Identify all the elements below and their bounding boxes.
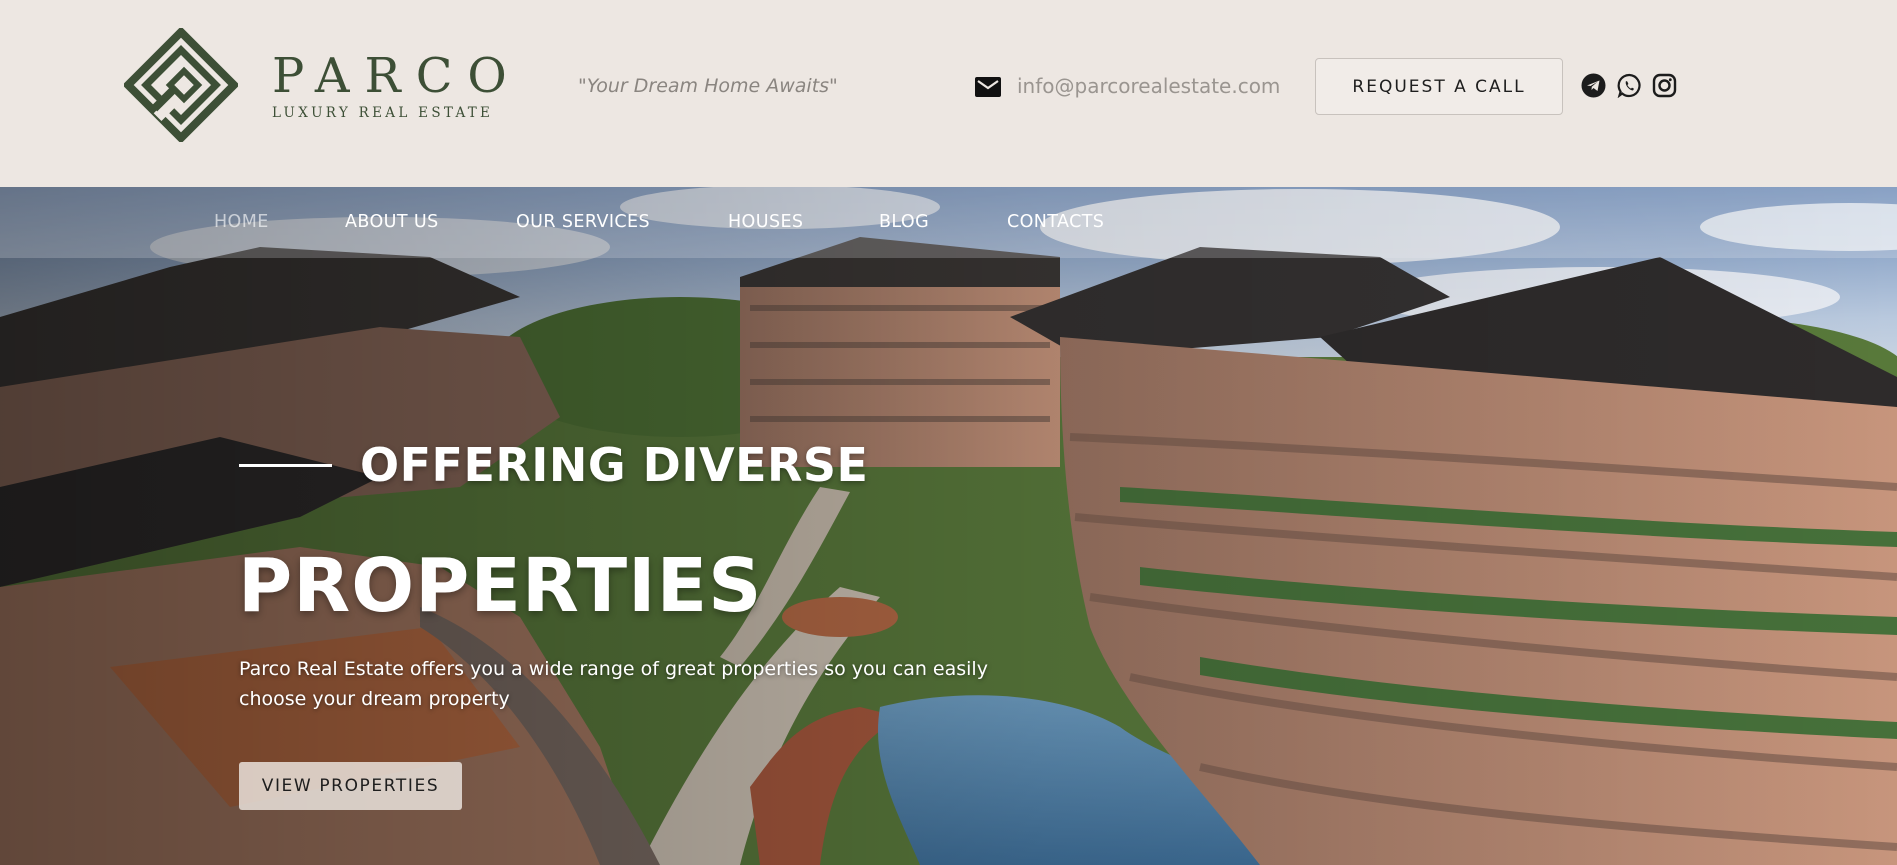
hero-headline: PROPERTIES [238, 543, 763, 629]
request-call-button[interactable]: REQUEST A CALL [1315, 58, 1563, 115]
kicker-divider [239, 464, 332, 467]
view-properties-button[interactable]: VIEW PROPERTIES [239, 762, 462, 810]
tagline: "Your Dream Home Awaits" [578, 75, 838, 97]
hero-kicker: OFFERING DIVERSE [360, 438, 869, 492]
site-header: PARCO LUXURY REAL ESTATE "Your Dream Hom… [0, 0, 1897, 187]
envelope-icon [975, 77, 1001, 97]
nav-item-home[interactable]: HOME [214, 212, 269, 232]
hero-section: HOME ABOUT US OUR SERVICES HOUSES BLOG C… [0, 187, 1897, 865]
nav-item-contacts[interactable]: CONTACTS [1007, 212, 1104, 232]
instagram-icon[interactable] [1652, 73, 1677, 98]
whatsapp-icon[interactable] [1617, 73, 1642, 98]
nav-item-our-services[interactable]: OUR SERVICES [516, 212, 650, 232]
hero-description: Parco Real Estate offers you a wide rang… [239, 658, 988, 710]
email-link[interactable]: info@parcorealestate.com [1017, 74, 1280, 98]
brand-name: PARCO [272, 48, 522, 104]
nav-item-houses[interactable]: HOUSES [728, 212, 803, 232]
telegram-icon[interactable] [1581, 73, 1606, 98]
nav-item-about-us[interactable]: ABOUT US [345, 212, 439, 232]
parco-logo-icon[interactable] [124, 28, 238, 142]
main-nav: HOME ABOUT US OUR SERVICES HOUSES BLOG C… [0, 187, 1897, 258]
brand-wordmark[interactable]: PARCO LUXURY REAL ESTATE [272, 52, 522, 121]
brand-subtitle: LUXURY REAL ESTATE [272, 105, 494, 121]
nav-item-blog[interactable]: BLOG [879, 212, 929, 232]
